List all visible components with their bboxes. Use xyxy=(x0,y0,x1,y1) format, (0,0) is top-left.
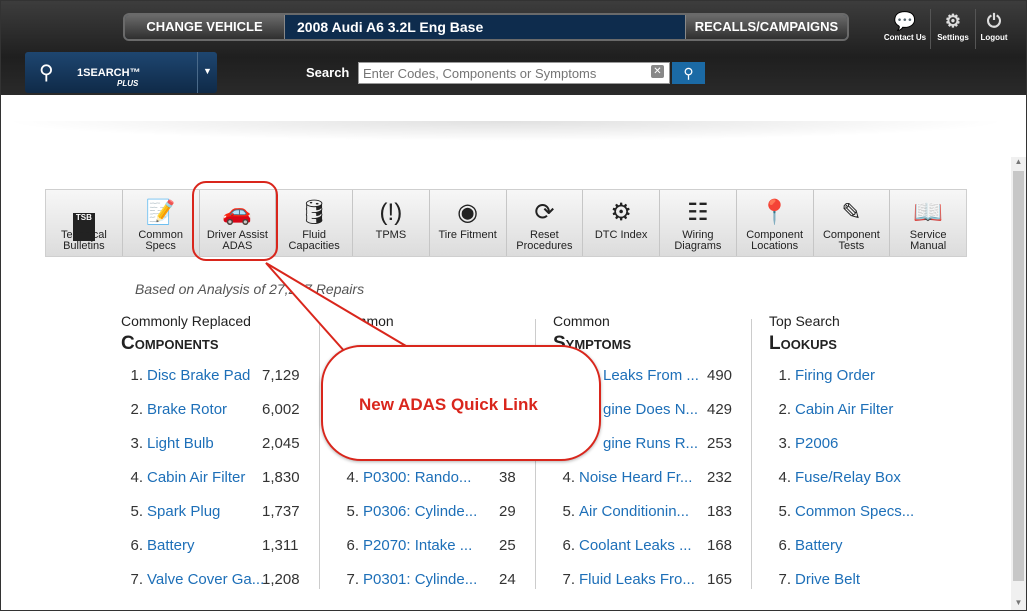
clear-icon[interactable]: ✕ xyxy=(651,65,664,78)
quick-link-wiring-diagrams[interactable]: ☷ Wiring Diagrams xyxy=(660,190,737,256)
components-column: Commonly Replaced Components xyxy=(121,313,251,355)
list-item[interactable]: 6. Coolant Leaks ... 168 xyxy=(562,537,732,557)
recalls-campaigns-button[interactable]: RECALLS/CAMPAIGNS xyxy=(685,15,847,39)
oil-car-icon: 🛢 xyxy=(298,199,330,226)
list-item[interactable]: 5. Air Conditionin... 183 xyxy=(562,503,732,523)
analysis-caption: Based on Analysis of 27,207 Repairs xyxy=(135,281,365,297)
list-item[interactable]: 4. Noise Heard Fr... 232 xyxy=(562,469,732,489)
list-item[interactable]: Leaks From ... 490 xyxy=(603,367,732,387)
settings-button[interactable]: ⚙ Settings xyxy=(930,9,976,49)
logout-icon: ⏻ xyxy=(986,11,1002,31)
search-label: Search xyxy=(306,65,350,80)
quick-link-tire-fitment[interactable]: ◉ Tire Fitment xyxy=(430,190,507,256)
search-brand-sub: PLUS xyxy=(117,79,139,88)
quick-link-service-manual[interactable]: 📖 Service Manual xyxy=(890,190,966,256)
components-heading: Components xyxy=(121,333,219,354)
tpms-icon: (!) xyxy=(379,199,403,226)
list-item[interactable]: 7. P0301: Cylinde... 24 xyxy=(346,571,515,591)
settings-label: Settings xyxy=(937,33,969,42)
list-item[interactable]: 6. Battery xyxy=(778,537,842,557)
specs-document-icon: 📝 xyxy=(145,199,176,226)
lookups-column: Top Search Lookups xyxy=(769,313,840,355)
quick-link-component-locations[interactable]: 📍 Component Locations xyxy=(737,190,814,256)
content-shadow xyxy=(1,121,1011,141)
lookups-subtitle: Top Search xyxy=(769,313,840,329)
list-item[interactable]: 1. Disc Brake Pad 7,129 xyxy=(130,367,299,387)
adas-highlight-ring xyxy=(192,181,278,261)
engine-icon: ⚙ xyxy=(610,199,632,226)
column-divider xyxy=(751,319,752,589)
chat-icon: 💬 xyxy=(893,11,917,31)
list-item[interactable]: 7. Valve Cover Ga... 1,208 xyxy=(130,571,299,591)
test-person-icon: ✎ xyxy=(841,199,862,226)
contact-us-button[interactable]: 💬 Contact Us xyxy=(882,9,928,49)
scroll-up-icon[interactable]: ▲ xyxy=(1011,157,1026,169)
tsb-icon: TSB xyxy=(46,196,122,241)
components-subtitle: Commonly Replaced xyxy=(121,313,251,329)
vehicle-bar: CHANGE VEHICLE 2008 Audi A6 3.2L Eng Bas… xyxy=(123,13,849,41)
reset-icon: ⟳ xyxy=(534,199,555,226)
change-vehicle-button[interactable]: CHANGE VEHICLE xyxy=(125,15,285,39)
callout-text: New ADAS Quick Link xyxy=(359,395,538,414)
search-brand: 1SEARCH™ xyxy=(77,67,141,79)
list-item[interactable]: 2. Brake Rotor 6,002 xyxy=(130,401,299,421)
search-zoom-icon: ⚲ xyxy=(39,62,54,84)
scrollbar[interactable]: ▲ ▼ xyxy=(1011,157,1026,610)
search-button[interactable]: ⚲ xyxy=(672,62,705,84)
search-icon: ⚲ xyxy=(683,65,694,81)
list-item[interactable]: 7. Fluid Leaks Fro... 165 xyxy=(562,571,732,591)
logout-button[interactable]: ⏻ Logout xyxy=(971,9,1017,49)
list-item[interactable]: gine Runs R... 253 xyxy=(603,435,732,455)
quick-link-reset-procedures[interactable]: ⟳ Reset Procedures xyxy=(507,190,584,256)
dtcs-subtitle: ommon xyxy=(347,313,394,329)
symptoms-subtitle: Common xyxy=(553,313,610,329)
quick-link-dtc-index[interactable]: ⚙ DTC Index xyxy=(583,190,660,256)
list-item[interactable]: 6. P2070: Intake ... 25 xyxy=(346,537,515,557)
list-item[interactable]: 5. Common Specs... xyxy=(778,503,914,523)
list-item[interactable]: 1. Firing Order xyxy=(778,367,875,387)
quick-links-bar: TSB Technical Bulletins 📝 Common Specs 🚗… xyxy=(45,189,967,257)
book-icon: 📖 xyxy=(913,199,944,226)
lookups-heading: Lookups xyxy=(769,333,837,354)
column-divider xyxy=(319,319,320,589)
list-item[interactable]: gine Does N... 429 xyxy=(603,401,732,421)
list-item[interactable]: 3. P2006 xyxy=(778,435,838,455)
quick-link-common-specs[interactable]: 📝 Common Specs xyxy=(123,190,200,256)
list-item[interactable]: 5. Spark Plug 1,737 xyxy=(130,503,299,523)
list-item[interactable]: 3. Light Bulb 2,045 xyxy=(130,435,299,455)
contact-us-label: Contact Us xyxy=(883,33,927,42)
quick-link-fluid-capacities[interactable]: 🛢 Fluid Capacities xyxy=(276,190,353,256)
list-item[interactable]: 2. Cabin Air Filter xyxy=(778,401,893,421)
list-item[interactable]: 4. P0300: Rando... 38 xyxy=(346,469,515,489)
quick-link-technical-bulletins[interactable]: TSB Technical Bulletins xyxy=(46,190,123,256)
logout-label: Logout xyxy=(980,33,1008,42)
list-item[interactable]: 7. Drive Belt xyxy=(778,571,860,591)
top-bar: CHANGE VEHICLE 2008 Audi A6 3.2L Eng Bas… xyxy=(1,1,1026,95)
scroll-down-icon[interactable]: ▼ xyxy=(1011,598,1026,610)
gear-icon: ⚙ xyxy=(944,11,962,31)
list-item[interactable]: 4. Fuse/Relay Box xyxy=(778,469,900,489)
vehicle-name: 2008 Audi A6 3.2L Eng Base xyxy=(297,19,484,35)
quick-link-component-tests[interactable]: ✎ Component Tests xyxy=(814,190,891,256)
list-item[interactable]: 5. P0306: Cylinde... 29 xyxy=(346,503,515,523)
quick-link-tpms[interactable]: (!) TPMS xyxy=(353,190,430,256)
tire-icon: ◉ xyxy=(457,199,479,226)
list-item[interactable]: 6. Battery 1,311 xyxy=(130,537,298,557)
search-mode-selector[interactable]: ⚲ 1SEARCH™ PLUS ▼ xyxy=(25,52,217,93)
search-input[interactable] xyxy=(358,62,670,84)
location-pin-icon: 📍 xyxy=(759,199,790,226)
caret-down-icon[interactable]: ▼ xyxy=(197,52,217,93)
wiring-icon: ☷ xyxy=(687,199,709,226)
scroll-thumb[interactable] xyxy=(1013,171,1024,581)
list-item[interactable]: 4. Cabin Air Filter 1,830 xyxy=(130,469,299,489)
